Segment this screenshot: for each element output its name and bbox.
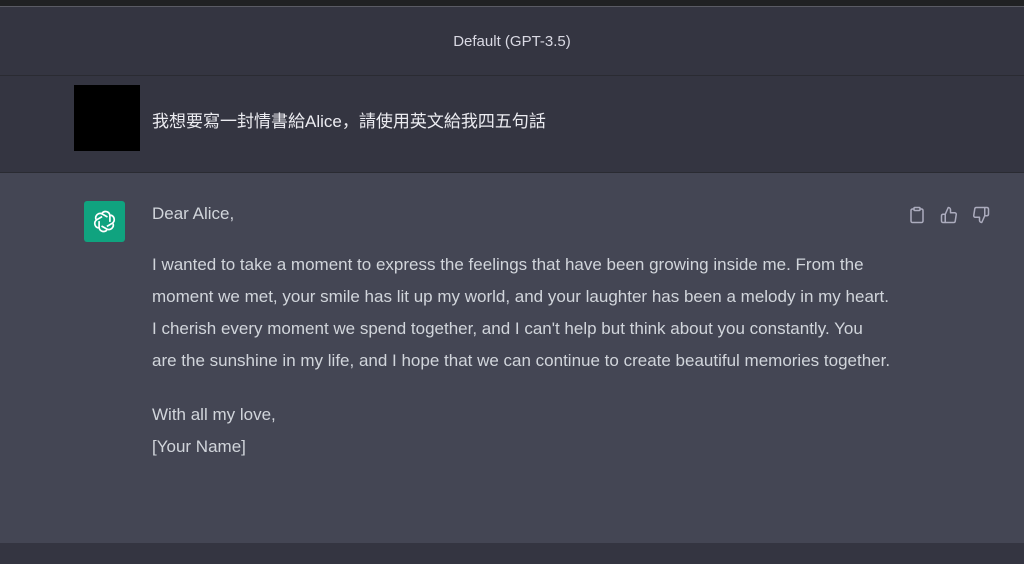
reply-greeting: Dear Alice, <box>152 204 235 223</box>
message-actions <box>907 205 991 225</box>
assistant-reply: Dear Alice, I wanted to take a moment to… <box>152 204 892 463</box>
clipboard-icon <box>910 206 924 224</box>
model-label[interactable]: Default (GPT-3.5) <box>453 33 571 50</box>
reply-signature: [Your Name] <box>152 437 246 456</box>
thumbs-up-button[interactable] <box>939 205 959 225</box>
user-message-row: 我想要寫一封情書給Alice，請使用英文給我四五句話 <box>0 76 1024 173</box>
openai-logo-icon <box>94 210 115 233</box>
copy-button[interactable] <box>907 205 927 225</box>
window-top-border <box>0 0 1024 7</box>
bottom-area <box>0 543 1024 564</box>
user-avatar <box>74 85 140 151</box>
model-header: Default (GPT-3.5) <box>0 8 1024 76</box>
chatgpt-logo-avatar <box>84 201 125 242</box>
user-message-text: 我想要寫一封情書給Alice，請使用英文給我四五句話 <box>152 112 546 131</box>
thumbs-down-button[interactable] <box>971 205 991 225</box>
thumbs-down-icon <box>973 206 990 224</box>
reply-closing: With all my love, <box>152 405 276 424</box>
assistant-message-row: Dear Alice, I wanted to take a moment to… <box>0 173 1024 543</box>
reply-body: I wanted to take a moment to express the… <box>152 255 891 370</box>
thumbs-up-icon <box>940 206 957 224</box>
